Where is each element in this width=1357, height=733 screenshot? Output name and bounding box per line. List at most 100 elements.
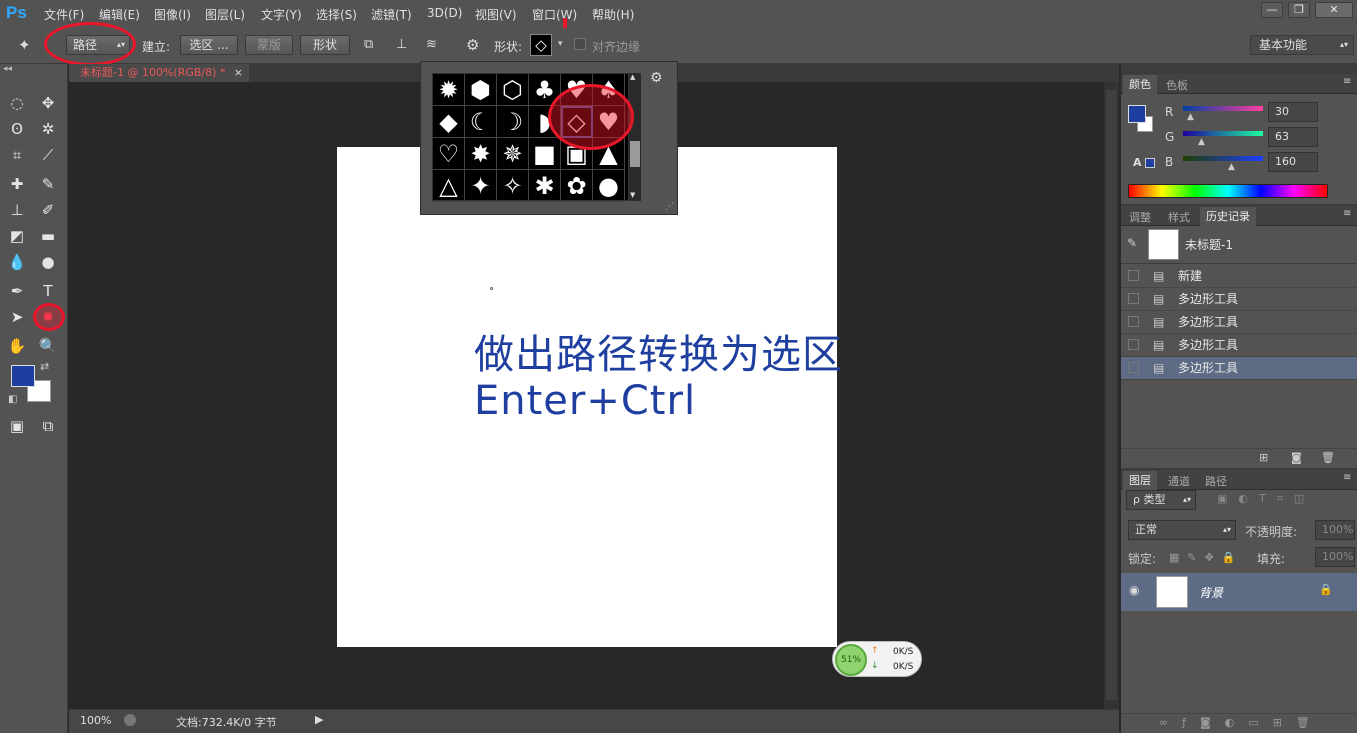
color-spectrum-bar[interactable] <box>1128 184 1328 198</box>
zoom-level[interactable]: 100% <box>80 714 111 727</box>
history-source-checkbox[interactable] <box>1128 339 1139 350</box>
channel-r-slider[interactable] <box>1183 106 1263 111</box>
shape-hexagon-icon[interactable]: ⬢ <box>465 74 497 106</box>
shape-asterisk-icon[interactable]: ✱ <box>529 170 561 202</box>
status-icon[interactable] <box>124 714 136 726</box>
tab-history[interactable]: 历史记录 <box>1200 207 1256 226</box>
foreground-color-swatch-top[interactable] <box>11 365 35 387</box>
shape-crescent-outline-icon[interactable]: ☽ <box>497 106 529 138</box>
minimize-button[interactable]: — <box>1261 2 1283 18</box>
blend-mode-dropdown[interactable]: 正常 ▴▾ <box>1128 520 1236 540</box>
marquee-tool-icon[interactable]: ◌ <box>5 91 29 115</box>
history-snapshot[interactable]: ✎ 未标题-1 <box>1121 226 1357 264</box>
shape-square-icon[interactable]: ■ <box>529 138 561 170</box>
dodge-tool-icon[interactable]: ● <box>36 250 60 274</box>
path-selection-tool-icon[interactable]: ➤ <box>5 305 29 329</box>
make-shape-button[interactable]: 形状 <box>300 35 350 55</box>
tab-swatches[interactable]: 色板 <box>1166 77 1188 93</box>
resize-grip-icon[interactable]: ⋰ <box>665 202 674 212</box>
lock-icons[interactable]: ▦✎✥🔒 <box>1169 551 1244 564</box>
menu-image[interactable]: 图像(I) <box>154 6 191 23</box>
shape-crescent-moon-icon[interactable]: ☾ <box>465 106 497 138</box>
magic-wand-tool-icon[interactable]: ✲ <box>36 117 60 141</box>
lasso-tool-icon[interactable]: ʘ <box>5 117 29 141</box>
channel-g-slider[interactable] <box>1183 131 1263 136</box>
slider-handle-icon[interactable]: ▲ <box>1198 137 1205 147</box>
hand-tool-icon[interactable]: ✋ <box>5 334 29 358</box>
history-brush-source-icon[interactable]: ✎ <box>1127 236 1137 250</box>
close-button[interactable]: ✕ <box>1315 2 1353 18</box>
menu-edit[interactable]: 编辑(E) <box>99 6 140 23</box>
camera-icon[interactable]: ◙ <box>1291 451 1302 464</box>
channel-b-slider[interactable] <box>1183 156 1263 161</box>
healing-brush-tool-icon[interactable]: ✚ <box>5 172 29 196</box>
channel-b-input[interactable]: 160 <box>1268 152 1318 172</box>
gamut-color-swatch[interactable] <box>1145 158 1155 168</box>
shape-triangle-outline-icon[interactable]: △ <box>433 170 465 202</box>
quick-mask-icon[interactable]: ▣ <box>5 414 29 438</box>
path-alignment-icon[interactable]: ⊥ <box>396 37 412 53</box>
brush-tool-icon[interactable]: ✎ <box>36 172 60 196</box>
shape-hexagon-outline-icon[interactable]: ⬡ <box>497 74 529 106</box>
tab-styles[interactable]: 样式 <box>1168 209 1190 225</box>
pen-tool-icon[interactable]: ✒ <box>5 279 29 303</box>
slider-handle-icon[interactable]: ▲ <box>1228 162 1235 172</box>
history-item[interactable]: ▤ 多边形工具 <box>1121 334 1357 357</box>
align-edges-checkbox[interactable] <box>574 38 586 50</box>
menu-file[interactable]: 文件(F) <box>44 6 84 23</box>
new-document-from-state-icon[interactable]: ⊞ <box>1259 451 1268 464</box>
layer-action-icons[interactable]: ∞ƒ◙◐▭⊞🗑 <box>1159 716 1324 729</box>
menu-select[interactable]: 选择(S) <box>316 6 357 23</box>
channel-g-input[interactable]: 63 <box>1268 127 1318 147</box>
gear-icon[interactable]: ⚙ <box>466 36 482 54</box>
shape-blob-icon[interactable]: ✦ <box>465 170 497 202</box>
default-colors-icon[interactable]: ◧ <box>8 394 17 405</box>
layer-filter-icons[interactable]: ▣◐T⌗◫ <box>1217 492 1315 506</box>
menu-type[interactable]: 文字(Y) <box>261 6 302 23</box>
type-tool-icon[interactable]: T <box>36 279 60 303</box>
menu-filter[interactable]: 滤镜(T) <box>371 6 412 23</box>
panel-menu-icon[interactable]: ≡ <box>1343 472 1351 483</box>
shape-circle-icon[interactable]: ● <box>593 170 625 202</box>
collapse-toolbox-icon[interactable]: ◂◂ <box>0 64 68 74</box>
path-arrangement-icon[interactable]: ≋ <box>426 37 444 53</box>
clone-stamp-tool-icon[interactable]: ⊥ <box>5 198 29 222</box>
shape-flower-icon[interactable]: ✿ <box>561 170 593 202</box>
screen-mode-icon[interactable]: ⧉ <box>36 414 60 438</box>
shape-star-8-icon[interactable]: ✸ <box>465 138 497 170</box>
tab-channels[interactable]: 通道 <box>1168 473 1190 489</box>
gear-icon[interactable]: ⚙ <box>650 70 663 86</box>
layer-filter-dropdown[interactable]: ρ 类型 ▴▾ <box>1126 490 1196 510</box>
history-source-checkbox[interactable] <box>1128 362 1139 373</box>
shape-preview-button[interactable]: ◇ <box>530 34 552 56</box>
history-item[interactable]: ▤ 多边形工具 <box>1121 311 1357 334</box>
move-tool-icon[interactable]: ✥ <box>36 91 60 115</box>
color-fg-swatch[interactable] <box>1128 105 1146 123</box>
gradient-tool-icon[interactable]: ▬ <box>36 224 60 248</box>
history-source-checkbox[interactable] <box>1128 270 1139 281</box>
menu-help[interactable]: 帮助(H) <box>592 6 634 23</box>
workspace-dropdown[interactable]: 基本功能 ▴▾ <box>1250 35 1354 55</box>
menu-layer[interactable]: 图层(L) <box>205 6 245 23</box>
zoom-tool-icon[interactable]: 🔍 <box>36 334 60 358</box>
scroll-up-icon[interactable]: ▲ <box>630 73 635 81</box>
eyedropper-tool-icon[interactable]: ⟋ <box>36 143 60 167</box>
trash-icon[interactable]: 🗑 <box>1321 451 1335 464</box>
make-mask-button[interactable]: 蒙版 <box>245 35 293 55</box>
shape-diamond-icon[interactable]: ◆ <box>433 106 465 138</box>
scroll-thumb[interactable] <box>630 141 640 167</box>
history-source-checkbox[interactable] <box>1128 293 1139 304</box>
layer-row-background[interactable]: ◉ 背景 🔒 <box>1121 573 1357 611</box>
slider-handle-icon[interactable]: ▲ <box>1187 112 1194 122</box>
chevron-down-icon[interactable]: ▾ <box>558 39 563 49</box>
status-menu-arrow-icon[interactable]: ▶ <box>315 713 323 726</box>
crop-tool-icon[interactable]: ⌗ <box>5 143 29 167</box>
eye-icon[interactable]: ◉ <box>1129 583 1139 597</box>
eraser-tool-icon[interactable]: ◩ <box>5 224 29 248</box>
tab-color[interactable]: 颜色 <box>1123 75 1157 94</box>
tab-adjustments[interactable]: 调整 <box>1129 209 1151 225</box>
restore-button[interactable]: ❐ <box>1288 2 1310 18</box>
opacity-input[interactable]: 100% <box>1315 520 1355 540</box>
shape-blob-outline-icon[interactable]: ✧ <box>497 170 529 202</box>
channel-r-input[interactable]: 30 <box>1268 102 1318 122</box>
